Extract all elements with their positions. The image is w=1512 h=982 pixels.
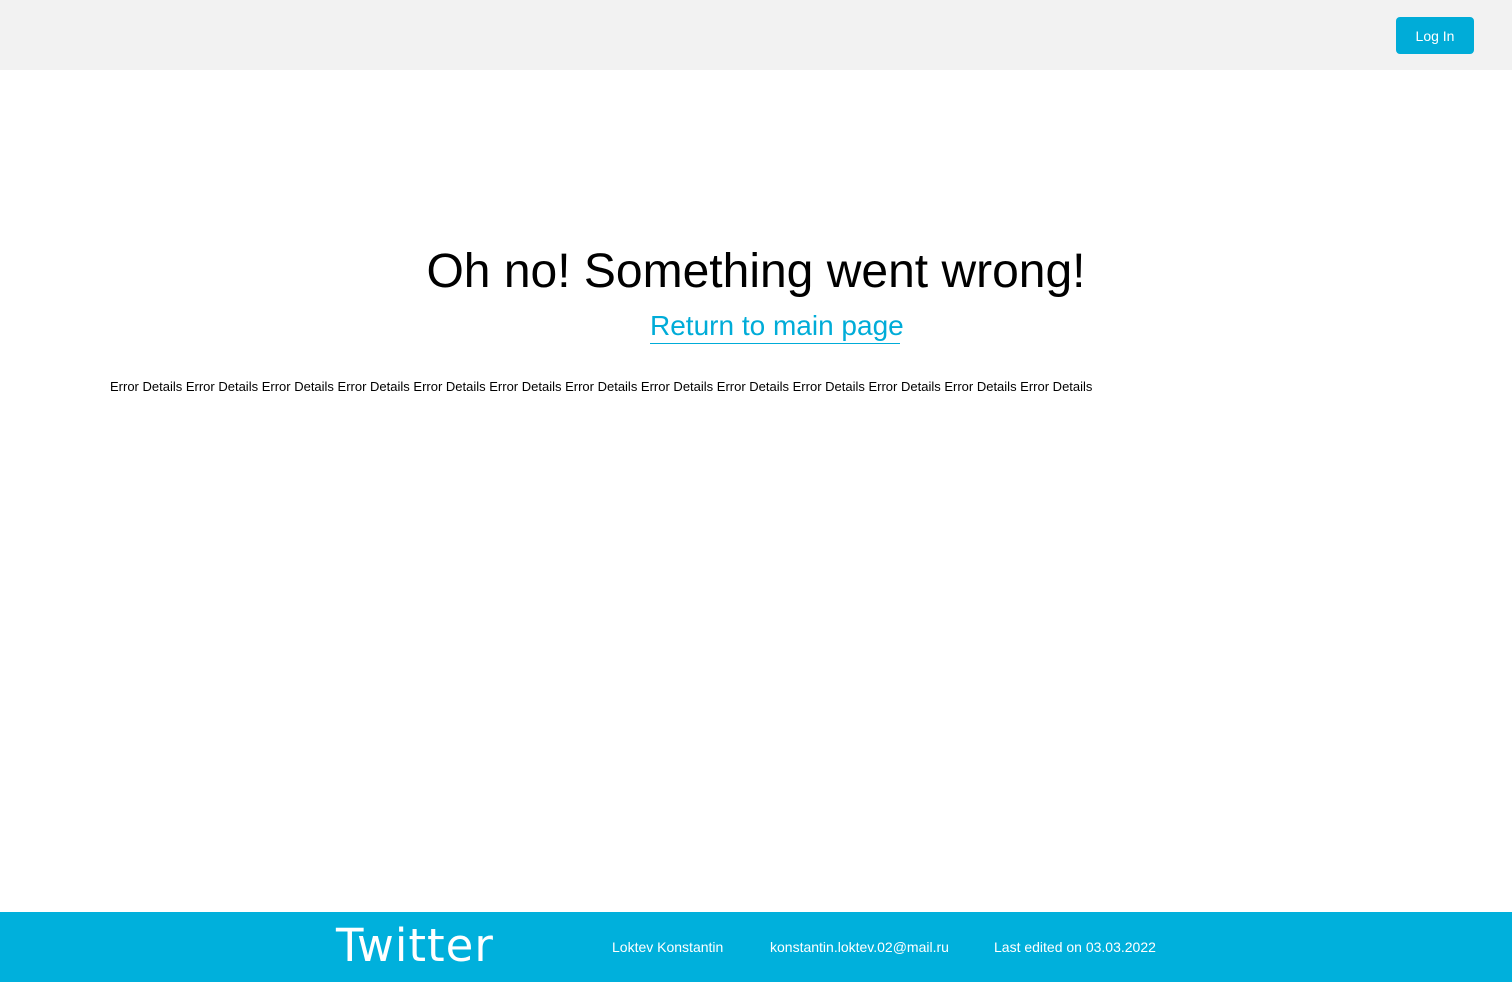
login-button[interactable]: Log In [1396,17,1474,54]
footer-author: Loktev Konstantin [612,939,724,955]
footer-email: konstantin.loktev.02@mail.ru [770,939,949,955]
error-details: Error Details Error Details Error Detail… [110,379,1093,394]
footer-logo: Twitter [336,919,494,972]
return-to-main-link[interactable]: Return to main page [650,309,904,344]
error-title: Oh no! Something went wrong! [426,245,1086,298]
header: Log In [0,0,1512,70]
main-content: Oh no! Something went wrong! Return to m… [0,70,1512,912]
footer-last-edited: Last edited on 03.03.2022 [994,939,1156,955]
footer: Twitter Loktev Konstantin konstantin.lok… [0,912,1512,982]
